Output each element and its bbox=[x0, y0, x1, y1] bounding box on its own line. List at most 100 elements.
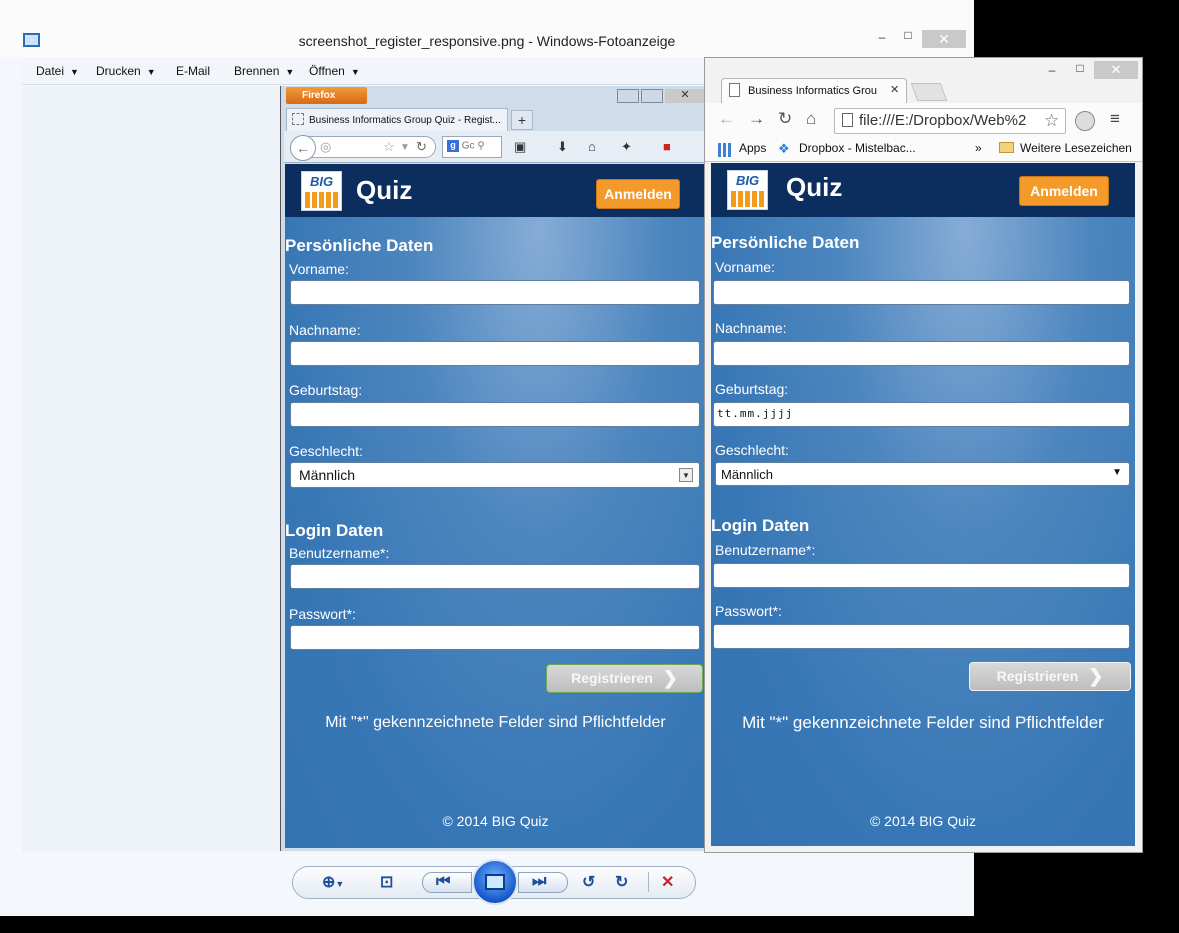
last-name-field[interactable] bbox=[713, 341, 1130, 366]
home-icon[interactable]: ⌂ bbox=[806, 109, 816, 129]
folder-icon bbox=[999, 142, 1014, 153]
bookmark-apps[interactable]: Apps bbox=[739, 141, 766, 155]
birthday-label: Geburtstag: bbox=[289, 382, 363, 398]
page-icon bbox=[729, 83, 740, 97]
ff-quiz-page: BIG Quiz Anmelden Persönliche Daten Vorn… bbox=[285, 164, 706, 848]
addon-icon[interactable]: ✦ bbox=[621, 139, 632, 155]
register-button[interactable]: Registrieren ❯ bbox=[969, 662, 1131, 691]
bookmark-star-icon[interactable]: ☆ bbox=[1044, 111, 1059, 131]
bookmark-other[interactable]: Weitere Lesezeichen bbox=[1020, 141, 1132, 155]
chrome-close-button[interactable]: ✕ bbox=[1094, 61, 1138, 79]
tab-close-icon[interactable]: ✕ bbox=[890, 83, 899, 96]
slideshow-button[interactable] bbox=[472, 859, 518, 905]
viewer-maximize-button[interactable]: □ bbox=[898, 28, 918, 42]
quiz-footer: © 2014 BIG Quiz bbox=[442, 813, 549, 829]
chrome-address-bar[interactable]: file:///E:/Dropbox/Web%2 bbox=[834, 108, 1066, 134]
login-button[interactable]: Anmelden bbox=[596, 179, 680, 209]
viewer-menu-bar: Datei ▼ Drucken ▼ E-Mail Brennen ▼ Öffnen ▼ bbox=[22, 58, 706, 85]
chevron-down-icon: ▼ bbox=[285, 67, 295, 77]
chevron-down-icon[interactable]: ▼ bbox=[400, 142, 410, 153]
rotate-left-icon[interactable]: ↺ bbox=[582, 872, 595, 892]
next-icon[interactable]: ⏭ bbox=[532, 873, 546, 891]
password-field[interactable] bbox=[713, 624, 1130, 649]
extension-icon[interactable] bbox=[1075, 111, 1095, 131]
zoom-icon[interactable]: ⊕▼ bbox=[322, 872, 344, 892]
chevron-down-icon[interactable]: ▼ bbox=[679, 468, 693, 482]
pdf-addon-icon[interactable]: ■ bbox=[663, 139, 671, 154]
page-icon bbox=[842, 113, 853, 127]
back-arrow-icon[interactable]: ← bbox=[718, 109, 735, 129]
menu-email[interactable]: E-Mail bbox=[176, 64, 210, 78]
login-data-heading: Login Daten bbox=[285, 521, 384, 540]
ff-minimize-button[interactable] bbox=[617, 89, 639, 103]
birthday-field[interactable]: tt.mm.jjjj bbox=[713, 402, 1130, 427]
chrome-minimize-button[interactable]: – bbox=[1042, 63, 1062, 77]
ff-close-button[interactable]: ✕ bbox=[665, 89, 705, 103]
chevron-down-icon: ▼ bbox=[146, 67, 156, 77]
bookmarks-overflow[interactable]: » bbox=[975, 141, 982, 155]
chrome-tab[interactable]: Business Informatics Grou bbox=[721, 78, 907, 103]
username-label: Benutzername*: bbox=[289, 545, 390, 561]
menu-datei[interactable]: Datei ▼ bbox=[36, 64, 79, 78]
menu-brennen[interactable]: Brennen ▼ bbox=[234, 64, 294, 78]
quiz-title: Quiz bbox=[356, 175, 413, 205]
username-field[interactable] bbox=[713, 563, 1130, 588]
home-icon[interactable]: ⌂ bbox=[588, 139, 596, 154]
bookmark-star-icon[interactable]: ☆ bbox=[383, 139, 395, 155]
chrome-quiz-page: BIG Quiz Anmelden Persönliche Daten Vorn… bbox=[711, 163, 1135, 846]
rotate-right-icon[interactable]: ↻ bbox=[615, 872, 628, 892]
ff-search-input[interactable]: g Gc ⚲ bbox=[442, 136, 502, 158]
required-fields-note: Mit "*" gekennzeichnete Felder sind Pfli… bbox=[742, 713, 1104, 732]
menu-icon[interactable]: ≡ bbox=[1110, 109, 1120, 129]
quiz-header: BIG Quiz Anmelden bbox=[711, 163, 1135, 217]
quiz-title: Quiz bbox=[786, 172, 843, 202]
ff-tab[interactable]: Business Informatics Group Quiz - Regist… bbox=[286, 108, 508, 132]
apps-icon bbox=[718, 143, 732, 157]
quiz-footer: © 2014 BIG Quiz bbox=[869, 813, 977, 829]
gender-select[interactable]: Männlich ▼ bbox=[290, 462, 700, 488]
password-field[interactable] bbox=[290, 625, 700, 650]
reload-icon[interactable]: ↻ bbox=[416, 139, 427, 155]
chevron-down-icon: ▼ bbox=[350, 67, 360, 77]
viewer-close-button[interactable]: ✕ bbox=[922, 30, 966, 48]
first-name-field[interactable] bbox=[290, 280, 700, 305]
bookmark-dropbox[interactable]: Dropbox - Mistelbac... bbox=[799, 141, 916, 155]
gender-select[interactable]: Männlich ▼ bbox=[715, 462, 1130, 486]
personal-data-heading: Persönliche Daten bbox=[285, 236, 434, 255]
firefox-menu-button[interactable]: Firefox bbox=[286, 87, 367, 104]
delete-icon[interactable]: ✕ bbox=[661, 872, 674, 892]
birthday-field[interactable] bbox=[290, 402, 700, 427]
personal-data-heading: Persönliche Daten bbox=[711, 233, 860, 252]
big-logo: BIG bbox=[301, 171, 342, 211]
login-data-heading: Login Daten bbox=[711, 516, 810, 535]
ff-new-tab-button[interactable]: + bbox=[511, 110, 533, 130]
gender-label: Geschlecht: bbox=[715, 442, 789, 458]
last-name-field[interactable] bbox=[290, 341, 700, 366]
first-name-label: Vorname: bbox=[715, 259, 775, 275]
last-name-label: Nachname: bbox=[289, 322, 361, 338]
last-name-label: Nachname: bbox=[715, 320, 787, 336]
download-icon[interactable]: ⬇ bbox=[557, 139, 568, 155]
birthday-label: Geburtstag: bbox=[715, 381, 789, 397]
ff-restore-button[interactable] bbox=[641, 89, 663, 103]
viewer-minimize-button[interactable]: – bbox=[872, 30, 892, 44]
register-button[interactable]: Registrieren ❯ bbox=[546, 664, 703, 693]
previous-icon[interactable]: ⏮ bbox=[436, 873, 450, 891]
chrome-new-tab-button[interactable] bbox=[910, 83, 948, 101]
login-button[interactable]: Anmelden bbox=[1019, 176, 1109, 206]
username-field[interactable] bbox=[290, 564, 700, 589]
menu-drucken[interactable]: Drucken ▼ bbox=[96, 64, 156, 78]
forward-arrow-icon[interactable]: → bbox=[748, 109, 765, 129]
menu-oeffnen[interactable]: Öffnen ▼ bbox=[309, 64, 360, 78]
globe-icon: ◎ bbox=[320, 139, 332, 154]
search-icon[interactable]: ⚲ bbox=[477, 141, 484, 152]
bookmarks-menu-icon[interactable]: ▣ bbox=[514, 139, 526, 155]
password-label: Passwort*: bbox=[715, 603, 782, 619]
actual-size-icon[interactable]: ⊡ bbox=[380, 872, 393, 892]
reload-icon[interactable]: ↻ bbox=[778, 109, 792, 129]
back-arrow-icon[interactable]: ← bbox=[290, 135, 316, 161]
first-name-field[interactable] bbox=[713, 280, 1130, 305]
chrome-maximize-button[interactable]: □ bbox=[1070, 61, 1090, 75]
required-fields-note: Mit "*" gekennzeichnete Felder sind Pfli… bbox=[325, 714, 666, 731]
username-label: Benutzername*: bbox=[715, 542, 816, 558]
